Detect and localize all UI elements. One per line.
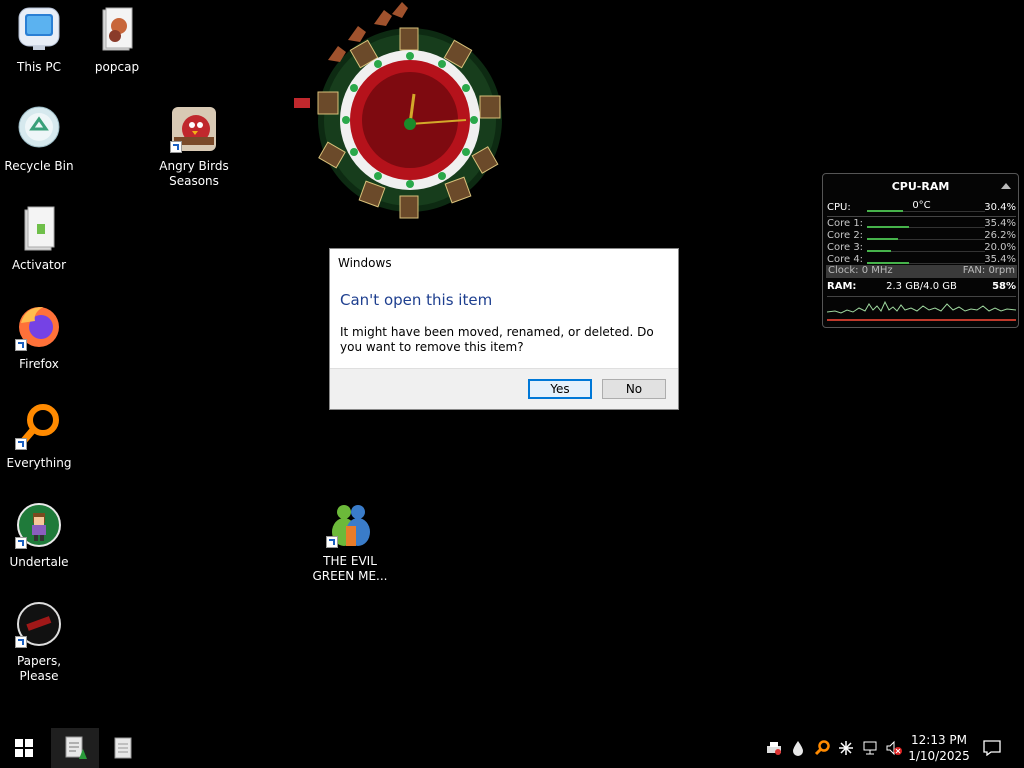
core-value: 20.0% — [984, 242, 1016, 253]
yes-button[interactable]: Yes — [528, 379, 592, 399]
core-bar — [867, 226, 909, 228]
angry-birds-icon — [170, 105, 218, 153]
desktop-icon-recycle-bin[interactable]: Recycle Bin — [0, 105, 78, 174]
icon-label: popcap — [94, 60, 140, 74]
dialog-footer: Yes No — [330, 368, 678, 409]
cpu-ram-gadget: CPU-RAM CPU: 0°C 30.4% Core 1: 35.4% Cor… — [822, 173, 1019, 328]
start-button[interactable] — [0, 728, 48, 768]
icon-label: Recycle Bin — [4, 159, 74, 173]
core-value: 26.2% — [984, 230, 1016, 241]
core-bar — [867, 238, 898, 240]
core-bar — [867, 262, 909, 264]
icon-label: Everything — [6, 456, 72, 470]
firefox-icon — [15, 303, 63, 351]
core-row: Core 1: 35.4% — [827, 218, 1016, 230]
christmas-clock-icon — [288, 0, 528, 226]
cpu-bar — [867, 210, 903, 212]
papers-please-icon — [15, 600, 63, 648]
dialog-message: It might have been moved, renamed, or de… — [340, 325, 654, 354]
volume-muted-icon[interactable] — [885, 738, 903, 758]
water-drop-icon[interactable] — [789, 738, 807, 758]
shortcut-arrow-icon — [170, 141, 182, 153]
cpu-value: 30.4% — [984, 202, 1016, 213]
icon-label: Firefox — [19, 357, 59, 371]
collapse-triangle-icon[interactable] — [1001, 183, 1011, 189]
ram-row: RAM: 2.3 GB/4.0 GB 58% — [827, 281, 1016, 293]
core-row: Core 2: 26.2% — [827, 230, 1016, 242]
snowflake-icon[interactable] — [837, 738, 855, 758]
shortcut-arrow-icon — [15, 537, 27, 549]
dialog-heading: Can't open this item — [340, 291, 493, 309]
desktop-icon-undertale[interactable]: Undertale — [0, 501, 78, 570]
clock-fan-row: Clock: 0 MHz FAN: 0rpm — [826, 265, 1017, 278]
desktop-icon-firefox[interactable]: Firefox — [0, 303, 78, 372]
desktop-icon-papers-please[interactable]: Papers, Please — [0, 600, 78, 684]
taskbar-app-document[interactable] — [99, 728, 147, 768]
desktop-icon-everything[interactable]: Everything — [0, 402, 78, 471]
shortcut-arrow-icon — [15, 636, 27, 648]
undertale-icon — [15, 501, 63, 549]
folder-icon — [93, 6, 141, 54]
notification-icon — [983, 740, 1001, 756]
gadget-title: CPU-RAM — [891, 180, 950, 193]
core-row: Core 3: 20.0% — [827, 242, 1016, 254]
icon-label: Papers, Please — [16, 654, 62, 683]
core-label: Core 4: — [827, 254, 864, 265]
cant-open-dialog: Windows Can't open this item It might ha… — [329, 248, 679, 410]
no-button[interactable]: No — [602, 379, 666, 399]
everything-search-icon[interactable] — [813, 738, 831, 758]
fan-speed: FAN: 0rpm — [962, 265, 1015, 276]
clock-date: 1/10/2025 — [908, 749, 970, 763]
network-icon[interactable] — [861, 738, 879, 758]
taskbar: 12:13 PM 1/10/2025 — [0, 728, 1024, 768]
everything-search-icon — [15, 402, 63, 450]
icon-label: This PC — [17, 60, 61, 74]
messenger-icon — [326, 500, 374, 548]
desktop-icon-activator[interactable]: Activator — [0, 204, 78, 273]
taskbar-clock[interactable]: 12:13 PM 1/10/2025 — [906, 732, 972, 764]
desktop-icon-this-pc[interactable]: This PC — [0, 6, 78, 75]
cpu-history-graph — [827, 296, 1016, 321]
clock-speed: Clock: 0 MHz — [828, 265, 893, 276]
desktop-icon-popcap[interactable]: popcap — [78, 6, 156, 75]
icon-label: Undertale — [9, 555, 69, 569]
core-value: 35.4% — [984, 254, 1016, 265]
icon-label: THE EVIL GREEN ME... — [312, 554, 388, 583]
folder-icon — [15, 204, 63, 252]
core-label: Core 3: — [827, 242, 864, 253]
desktop: This PC popcap Recycle Bin Angry Birds S… — [0, 0, 1024, 728]
divider — [827, 216, 1016, 217]
document-icon — [114, 737, 132, 759]
notepad-icon — [65, 736, 87, 759]
shortcut-arrow-icon — [15, 339, 27, 351]
cpu-row: CPU: 0°C 30.4% — [827, 200, 1016, 214]
printer-icon[interactable] — [765, 738, 783, 758]
desktop-icon-angry-birds[interactable]: Angry Birds Seasons — [155, 105, 233, 189]
taskbar-app-notepad[interactable] — [51, 728, 99, 768]
shortcut-arrow-icon — [15, 438, 27, 450]
ram-value: 58% — [992, 281, 1016, 292]
shortcut-arrow-icon — [326, 536, 338, 548]
core-value: 35.4% — [984, 218, 1016, 229]
desktop-icon-evil-green-messenger[interactable]: THE EVIL GREEN ME... — [311, 500, 389, 584]
icon-label: Angry Birds Seasons — [159, 159, 229, 188]
core-bar — [867, 250, 891, 252]
core-label: Core 1: — [827, 218, 864, 229]
action-center-button[interactable] — [978, 728, 1006, 768]
core-label: Core 2: — [827, 230, 864, 241]
windows-logo-icon — [15, 739, 33, 757]
clock-time: 12:13 PM — [911, 733, 967, 747]
recycle-bin-icon — [15, 105, 63, 153]
icon-label: Activator — [11, 258, 67, 272]
dialog-window-title: Windows — [338, 256, 392, 270]
ram-usage: 2.3 GB/4.0 GB — [886, 281, 957, 292]
this-pc-icon — [15, 6, 63, 54]
